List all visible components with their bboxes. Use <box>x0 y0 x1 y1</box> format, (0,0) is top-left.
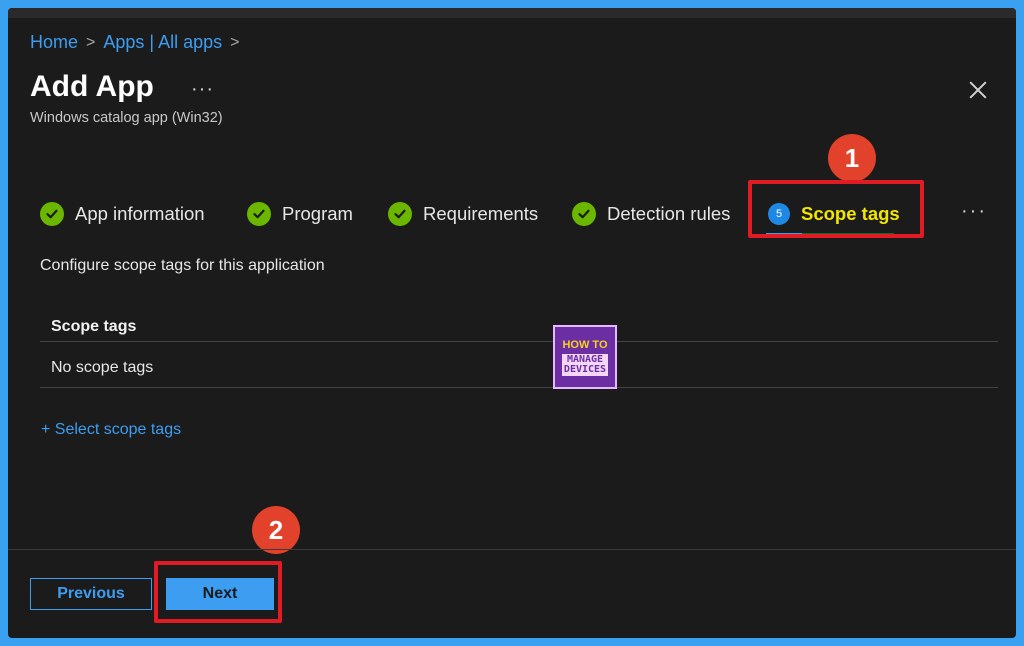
table-empty-row: No scope tags <box>51 359 154 376</box>
logo-text-top: HOW TO <box>562 338 608 351</box>
more-tabs-icon[interactable]: ··· <box>961 200 987 223</box>
add-app-panel: Home > Apps | All apps > Add App ··· Win… <box>8 8 1016 638</box>
check-icon <box>40 202 64 226</box>
page-title: Add App <box>30 70 154 103</box>
top-strip <box>8 8 1016 18</box>
tab-requirements[interactable]: Requirements <box>388 191 538 237</box>
check-icon <box>247 202 271 226</box>
footer-divider <box>8 549 1016 550</box>
tab-label: Detection rules <box>607 203 731 224</box>
highlight-box-scope-tags <box>748 180 924 238</box>
watermark-logo: HOW TO MANAGE DEVICES <box>553 325 617 389</box>
chevron-right-icon: > <box>230 33 240 51</box>
annotation-badge-1: 1 <box>828 134 876 182</box>
breadcrumb-home[interactable]: Home <box>30 32 78 53</box>
tab-program[interactable]: Program <box>247 191 353 237</box>
section-description: Configure scope tags for this applicatio… <box>40 257 325 274</box>
select-scope-tags-link[interactable]: + Select scope tags <box>41 421 181 439</box>
close-icon[interactable] <box>966 78 990 102</box>
check-icon <box>388 202 412 226</box>
tab-app-information[interactable]: App information <box>40 191 205 237</box>
highlight-box-next <box>154 561 282 623</box>
previous-button[interactable]: Previous <box>30 578 152 610</box>
tab-detection-rules[interactable]: Detection rules <box>572 191 730 237</box>
chevron-right-icon: > <box>86 33 96 51</box>
tab-label: Requirements <box>423 203 539 224</box>
check-icon <box>572 202 596 226</box>
divider <box>40 341 998 342</box>
page-subtitle: Windows catalog app (Win32) <box>30 110 223 126</box>
logo-text-line3: DEVICES <box>563 363 607 375</box>
more-options-icon[interactable]: ··· <box>191 78 214 101</box>
breadcrumb-apps[interactable]: Apps | All apps <box>103 32 222 53</box>
logo-text-box: MANAGE DEVICES <box>561 353 609 376</box>
tab-label: Program <box>282 203 353 224</box>
annotation-badge-2: 2 <box>252 506 300 554</box>
breadcrumb: Home > Apps | All apps > <box>30 32 239 53</box>
divider <box>40 387 998 388</box>
table-header: Scope tags <box>51 318 137 335</box>
tab-label: App information <box>75 203 205 224</box>
